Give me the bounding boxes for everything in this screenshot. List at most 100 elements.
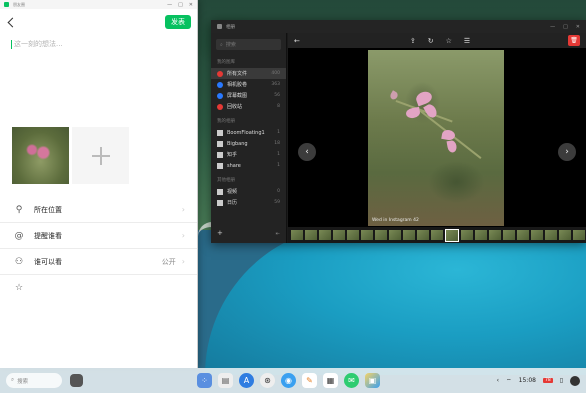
filmstrip-thumbnail[interactable]: [291, 230, 303, 240]
filmstrip-thumbnail[interactable]: [475, 230, 487, 240]
filmstrip-thumbnail[interactable]: [319, 230, 331, 240]
at-icon: @: [14, 230, 24, 241]
filmstrip-thumbnail[interactable]: [489, 230, 501, 240]
sidebar-item-label: 日历: [227, 200, 238, 206]
sidebar-item-label: 屏幕截图: [227, 93, 248, 99]
flower-petal: [446, 139, 458, 154]
adjust-icon[interactable]: ☰: [464, 37, 470, 45]
album-icon: [217, 151, 223, 158]
sidebar-item-album[interactable]: 知乎 1: [211, 149, 286, 160]
app-icon: [217, 24, 222, 29]
gallery-icon[interactable]: ▣: [365, 373, 380, 388]
viewer-search-input[interactable]: ⌕ 搜索: [216, 39, 281, 50]
filmstrip-thumbnail[interactable]: [573, 230, 585, 240]
add-photo-button[interactable]: [72, 127, 129, 184]
filmstrip-thumbnail[interactable]: [545, 230, 557, 240]
close-icon[interactable]: ✕: [576, 24, 580, 30]
flower-petal: [405, 106, 421, 120]
option-visibility[interactable]: ⚇ 谁可以看 公开 ›: [0, 249, 197, 275]
all-files-icon: [217, 70, 223, 77]
filmstrip-thumbnail[interactable]: [305, 230, 317, 240]
send-button[interactable]: 发表: [165, 15, 191, 29]
minimize-icon[interactable]: —: [167, 2, 172, 8]
user-avatar-icon[interactable]: [570, 375, 580, 386]
post-text-placeholder: 这一刻的想法...: [14, 40, 63, 48]
filmstrip-thumbnail[interactable]: [403, 230, 415, 240]
option-mention[interactable]: @ 提醒谁看 ›: [0, 223, 197, 249]
filmstrip-thumbnail[interactable]: [333, 230, 345, 240]
rotate-icon[interactable]: ↻: [428, 37, 434, 45]
filmstrip-thumbnail[interactable]: [531, 230, 543, 240]
sidebar-item-album[interactable]: Bigbang 18: [211, 138, 286, 149]
previous-photo-button[interactable]: ‹: [298, 143, 316, 161]
option-label: 提醒谁看: [34, 231, 62, 240]
sidebar-item-count: 1: [277, 163, 280, 168]
filmstrip-thumbnail[interactable]: [559, 230, 571, 240]
wifi-icon[interactable]: ⌔: [506, 377, 512, 385]
filmstrip-thumbnail[interactable]: [389, 230, 401, 240]
file-manager-icon[interactable]: ▤: [218, 373, 233, 388]
maximize-icon[interactable]: □: [178, 2, 183, 8]
chevron-up-icon[interactable]: ‹: [497, 377, 499, 384]
next-photo-button[interactable]: ›: [558, 143, 576, 161]
collapse-icon[interactable]: ⇤: [276, 231, 280, 237]
taskbar-search-input[interactable]: ⌕ 搜索: [6, 373, 62, 388]
search-placeholder: 搜索: [225, 42, 236, 48]
filmstrip-thumbnail[interactable]: [503, 230, 515, 240]
mercedes-app-icon[interactable]: ⊛: [260, 373, 275, 388]
filmstrip-thumbnail[interactable]: [347, 230, 359, 240]
notes-icon[interactable]: ✎: [302, 373, 317, 388]
sidebar-item-screenshots[interactable]: 屏幕截图 56: [211, 90, 286, 101]
option-label: 谁可以看: [34, 257, 62, 266]
sidebar-item-videos[interactable]: 视频 0: [211, 186, 286, 197]
sidebar-item-count: 363: [271, 82, 280, 87]
filmstrip-thumbnail[interactable]: [375, 230, 387, 240]
sidebar-item-album[interactable]: share 1: [211, 160, 286, 171]
battery-indicator[interactable]: 78: [542, 378, 553, 383]
back-arrow-icon[interactable]: ←: [294, 37, 300, 45]
launcher-icon[interactable]: ⁘: [197, 373, 212, 388]
filmstrip-thumbnail[interactable]: [417, 230, 429, 240]
video-icon: [217, 188, 223, 195]
sidebar-item-count: 59: [274, 200, 280, 205]
sidebar-item-calendar[interactable]: 日历 59: [211, 197, 286, 208]
flower-petal: [441, 128, 456, 142]
post-text-input[interactable]: 这一刻的想法...: [11, 39, 186, 79]
add-album-icon[interactable]: +: [217, 229, 223, 237]
calendar-icon: [217, 199, 223, 206]
maximize-icon[interactable]: □: [563, 24, 568, 30]
share-icon[interactable]: ⇪: [410, 37, 416, 45]
calendar-icon[interactable]: ▦: [323, 373, 338, 388]
notification-icon[interactable]: ▯: [560, 377, 563, 384]
minimize-icon[interactable]: —: [550, 24, 555, 30]
delete-icon[interactable]: 🗑: [568, 35, 580, 46]
dock: ⁘ ▤ A ⊛ ◉ ✎ ▦ ✉ ▣: [197, 373, 380, 388]
favorite-star-icon[interactable]: ☆: [446, 37, 452, 45]
section-albums-label: 我的相册: [217, 119, 235, 124]
browser-icon[interactable]: ◉: [281, 373, 296, 388]
sidebar-item-all-files[interactable]: 所有文件 400: [211, 68, 286, 79]
option-label: 所在位置: [34, 205, 62, 214]
sidebar-item-album[interactable]: BoomFloating1 1: [211, 127, 286, 138]
app-store-icon[interactable]: A: [239, 373, 254, 388]
multitask-icon[interactable]: [70, 374, 83, 387]
close-icon[interactable]: ✕: [189, 2, 193, 8]
option-favorite[interactable]: ☆: [0, 275, 197, 301]
window-controls: — □ ✕: [550, 24, 580, 30]
attached-photo-thumbnail[interactable]: [12, 127, 69, 184]
filmstrip-thumbnail[interactable]: [361, 230, 373, 240]
filmstrip-thumbnail[interactable]: [445, 228, 459, 242]
filmstrip-thumbnail[interactable]: [517, 230, 529, 240]
viewer-title: 相册: [226, 24, 235, 30]
filmstrip-thumbnail[interactable]: [431, 230, 443, 240]
wechat-icon[interactable]: ✉: [344, 373, 359, 388]
option-location[interactable]: ⚲ 所在位置 ›: [0, 197, 197, 223]
back-icon[interactable]: [6, 16, 18, 28]
wallpaper-lake: [205, 225, 586, 375]
sidebar-item-trash[interactable]: 回收站 8: [211, 101, 286, 112]
sidebar-item-camera-roll[interactable]: 相机胶卷 363: [211, 79, 286, 90]
clock-time[interactable]: 15:08: [519, 377, 536, 384]
camera-icon: [217, 81, 223, 88]
person-icon: ⚇: [14, 256, 24, 267]
filmstrip-thumbnail[interactable]: [461, 230, 473, 240]
